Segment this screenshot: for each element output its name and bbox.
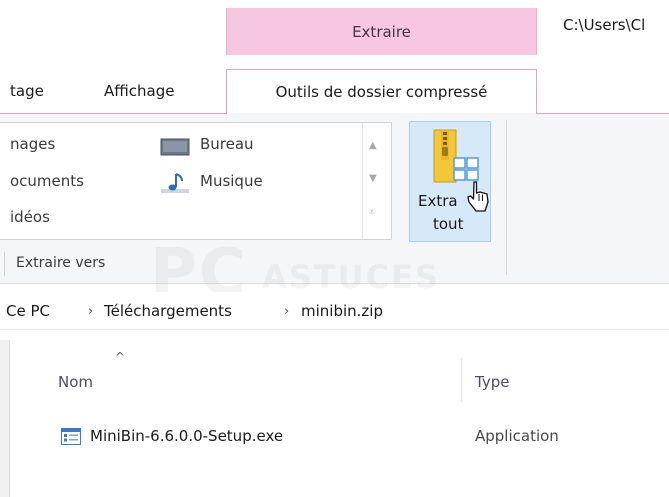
column-header-nom[interactable]: Nom <box>58 373 93 391</box>
extract-all-label-line2: tout <box>433 215 464 233</box>
gallery-item-documents[interactable]: ocuments <box>10 172 84 190</box>
contextual-tab-header: Extraire <box>226 8 537 55</box>
breadcrumb-telechargements[interactable]: Téléchargements <box>104 302 232 320</box>
column-resize-handle[interactable] <box>461 358 462 402</box>
breadcrumb-ce-pc[interactable]: Ce PC <box>6 302 50 320</box>
navigation-pane[interactable] <box>0 340 10 497</box>
application-exe-icon <box>61 428 81 445</box>
tab-partage[interactable]: tage <box>10 82 44 100</box>
gallery-item-bureau[interactable]: Bureau <box>200 135 254 153</box>
gallery-scroll-down-icon[interactable]: ▼ <box>369 173 377 184</box>
tab-outils-label: Outils de dossier compressé <box>275 83 488 101</box>
file-type: Application <box>475 427 559 445</box>
contextual-tab-header-label: Extraire <box>352 22 411 41</box>
gallery-item-videos[interactable]: idéos <box>10 208 50 226</box>
window-title-path: C:\Users\Cl <box>563 16 646 34</box>
breadcrumb-minibin-zip[interactable]: minibin.zip <box>301 302 383 320</box>
group-label-divider <box>4 252 5 276</box>
active-tab-join <box>227 113 536 115</box>
gallery-item-images[interactable]: nages <box>10 135 55 153</box>
desktop-icon <box>160 138 190 156</box>
gallery-item-musique[interactable]: Musique <box>200 172 263 190</box>
tab-affichage[interactable]: Affichage <box>104 82 174 100</box>
music-icon <box>161 173 189 193</box>
tab-outils-dossier-compresse[interactable]: Outils de dossier compressé <box>226 69 537 114</box>
mouse-cursor-icon <box>467 181 489 212</box>
breadcrumb-chevron-icon[interactable]: › <box>284 304 289 319</box>
column-header-type[interactable]: Type <box>475 373 509 391</box>
breadcrumb-chevron-icon[interactable]: › <box>88 304 93 319</box>
watermark-logo-sub: ASTUCES <box>262 258 441 296</box>
gallery-scroll-up-icon[interactable]: ▲ <box>369 140 377 151</box>
ribbon-group-label: Extraire vers <box>16 255 106 271</box>
file-name[interactable]: MiniBin-6.6.0.0-Setup.exe <box>90 427 283 445</box>
ribbon-group-separator <box>506 120 507 275</box>
gallery-expand-icon[interactable]: ⩡ <box>369 207 375 218</box>
zip-folder-icon <box>433 129 479 183</box>
extract-all-label-line1: Extra <box>418 192 458 210</box>
sort-ascending-icon: ^ <box>115 350 126 364</box>
